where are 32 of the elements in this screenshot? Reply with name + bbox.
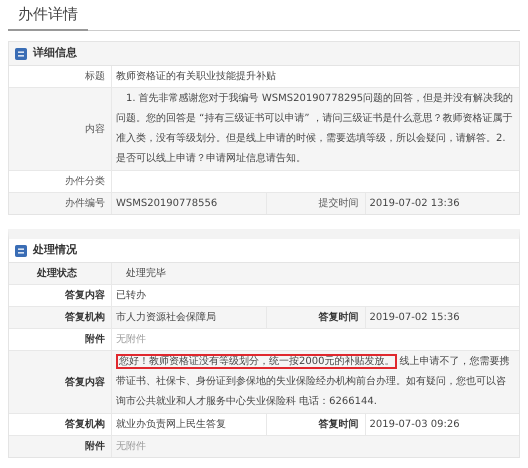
field-label: 办件编号 bbox=[65, 196, 105, 211]
field-label: 附件 bbox=[85, 440, 105, 454]
field-value: WSMS20190778556 bbox=[116, 197, 218, 211]
field-value: 2019-07-03 09:26 bbox=[370, 418, 460, 432]
field-label: 标题 bbox=[85, 70, 105, 84]
field-value: 已转办 bbox=[116, 288, 146, 303]
field-value: 处理完毕 bbox=[126, 266, 166, 281]
field-label: 答复机构 bbox=[65, 310, 105, 325]
collapse-icon[interactable] bbox=[15, 244, 27, 256]
field-value: 您好！教师资格证没有等级划分，统一按2000元的补贴发放。 线上申请不了，您需要携带证书、社保卡、身份证到参保地的失业保险经办机构前台办理。如有疑问，您也可以咨询市公共就业和人才服务中心失业保险科 电话：6266144. bbox=[116, 353, 510, 409]
field-label: 提交时间 bbox=[318, 196, 358, 211]
field-value: 无附件 bbox=[116, 333, 146, 347]
field-label: 办件分类 bbox=[65, 174, 105, 189]
field-value: 1. 首先非常感谢您对于我编号 WSMS20190778295问题的回答，但是并没有解决我的问题。您的回答是 “持有三级证书可以申请” ，请问三级证书是什么意思？教师资格证属于准入类，没有等级划分。但是线上申请的时候，需要选填等级，所以会疑问，请解答。2. 是否可以线上申请？申请网址信息请告知。 bbox=[116, 92, 514, 166]
field-value: 市人力资源社会保障局 bbox=[116, 310, 216, 325]
field-label: 处理状态 bbox=[37, 266, 77, 281]
page-tab[interactable]: 办件详情 bbox=[8, 2, 88, 31]
section-title: 详细信息 bbox=[33, 45, 77, 62]
field-value: 2019-07-02 13:36 bbox=[370, 197, 460, 211]
field-value: 无附件 bbox=[116, 440, 146, 454]
field-label: 答复内容 bbox=[65, 375, 105, 390]
field-value: 就业办负责网上民生答复 bbox=[116, 418, 226, 432]
field-label: 答复机构 bbox=[65, 418, 105, 432]
field-label: 内容 bbox=[85, 122, 105, 136]
field-label: 答复时间 bbox=[318, 310, 358, 325]
field-value: 2019-07-02 15:36 bbox=[370, 311, 460, 325]
field-label: 答复内容 bbox=[65, 288, 105, 303]
field-label: 附件 bbox=[85, 332, 105, 347]
section-title: 处理情况 bbox=[33, 242, 77, 258]
collapse-icon[interactable] bbox=[15, 48, 27, 60]
field-label: 答复时间 bbox=[318, 418, 358, 432]
field-value: 教师资格证的有关职业技能提升补贴 bbox=[116, 70, 276, 84]
